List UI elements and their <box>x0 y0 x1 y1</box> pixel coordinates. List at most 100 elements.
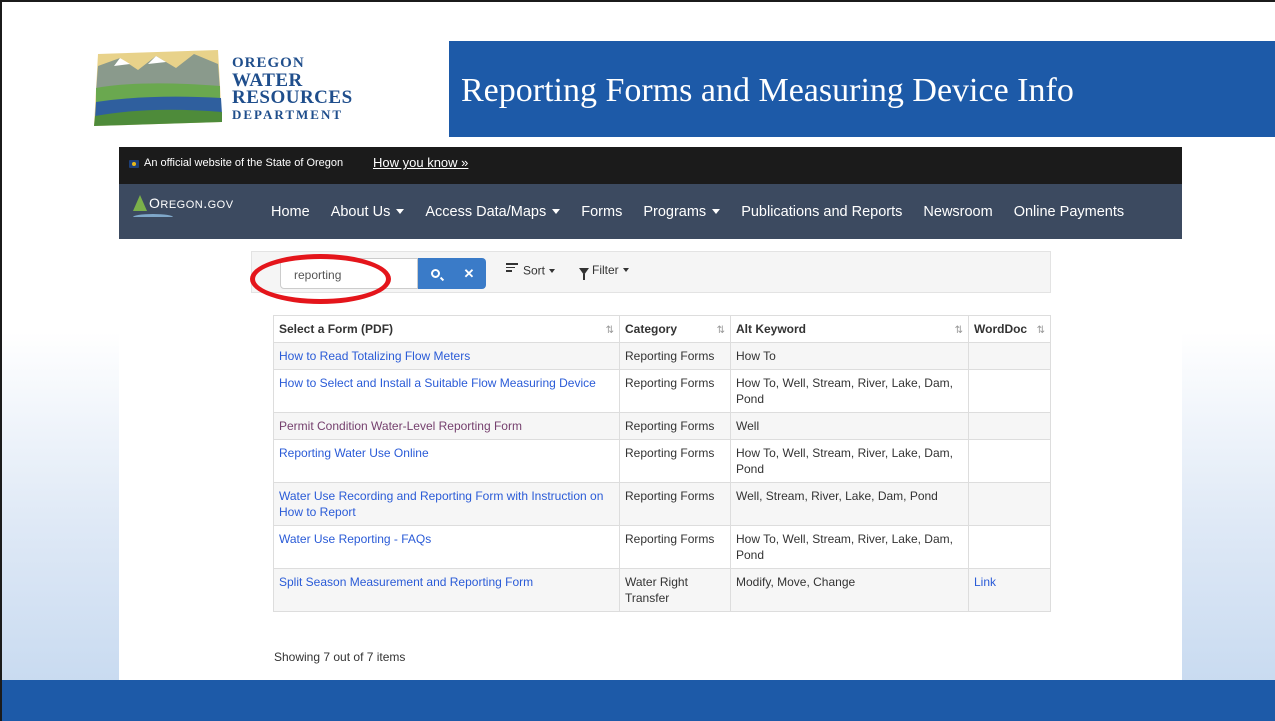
nav-item-newsroom[interactable]: Newsroom <box>923 204 992 220</box>
nav-item-label: Programs <box>643 203 707 220</box>
sort-arrows-icon: ⇅ <box>716 325 725 336</box>
results-count: Showing 7 out of 7 items <box>274 650 406 664</box>
website-screenshot: An official website of the State of Oreg… <box>119 147 1182 682</box>
table-header-row: Select a Form (PDF) ⇅ Category ⇅ Alt Keywo… <box>273 315 1051 343</box>
cell-category: Reporting Forms <box>619 439 731 483</box>
cell-alt-keyword: Modify, Move, Change <box>730 568 969 612</box>
cell-worddoc <box>968 412 1051 440</box>
oregon-flag-icon <box>129 160 139 168</box>
form-link[interactable]: Water Use Recording and Reporting Form w… <box>279 489 603 519</box>
caret-down-icon <box>552 208 561 214</box>
nav-item-forms[interactable]: Forms <box>581 204 622 220</box>
nav-menu: Home About Us Access Data/Maps Forms Pro… <box>271 184 1145 239</box>
form-link[interactable]: Water Use Reporting - FAQs <box>279 532 431 546</box>
nav-item-label: Online Payments <box>1013 203 1125 220</box>
search-button[interactable] <box>418 258 452 289</box>
nav-item-label: Home <box>271 203 310 220</box>
filter-label: Filter <box>592 263 619 277</box>
cell-category: Reporting Forms <box>619 525 731 569</box>
nav-item-publications[interactable]: Publications and Reports <box>741 204 902 220</box>
cell-alt-keyword: How To, Well, Stream, River, Lake, Dam, … <box>730 439 969 483</box>
cell-worddoc <box>968 369 1051 413</box>
nav-item-label: Access Data/Maps <box>425 203 547 220</box>
cell-category: Water Right Transfer <box>619 568 731 612</box>
sort-arrows-icon: ⇅ <box>605 325 614 336</box>
column-header-form[interactable]: Select a Form (PDF) ⇅ <box>273 315 620 343</box>
cell-form: Permit Condition Water-Level Reporting F… <box>273 412 620 440</box>
table-row: Split Season Measurement and Reporting F… <box>273 568 1051 612</box>
nav-item-label: Newsroom <box>923 203 993 220</box>
nav-item-label: About Us <box>330 203 391 220</box>
header-label: Select a Form (PDF) <box>279 322 394 336</box>
filter-icon <box>579 268 589 280</box>
nav-item-label: Forms <box>581 203 623 220</box>
sort-dropdown[interactable]: Sort <box>506 263 556 278</box>
header-label: Alt Keyword <box>736 322 807 336</box>
nav-item-access-data-maps[interactable]: Access Data/Maps <box>425 203 561 220</box>
footer-band <box>2 680 1275 721</box>
how-you-know-link[interactable]: How you know » <box>373 155 468 170</box>
official-site-text: An official website of the State of Oreg… <box>144 157 344 169</box>
cell-worddoc <box>968 342 1051 370</box>
close-icon: ✕ <box>463 265 475 281</box>
cell-form: How to Select and Install a Suitable Flo… <box>273 369 620 413</box>
logo-line-4: DEPARTMENT <box>232 107 344 122</box>
table-row: How to Select and Install a Suitable Flo… <box>273 369 1051 413</box>
slide-title: Reporting Forms and Measuring Device Inf… <box>461 72 1074 109</box>
logo-line-3: RESOURCES <box>232 87 353 108</box>
form-link[interactable]: Reporting Water Use Online <box>279 446 429 460</box>
cell-category: Reporting Forms <box>619 412 731 440</box>
caret-down-icon <box>622 268 629 272</box>
tree-icon <box>133 195 147 211</box>
form-link[interactable]: How to Read Totalizing Flow Meters <box>279 349 470 363</box>
cell-alt-keyword: Well <box>730 412 969 440</box>
highlight-circle <box>250 254 391 304</box>
nav-item-home[interactable]: Home <box>271 204 310 220</box>
official-site-bar: An official website of the State of Oreg… <box>119 147 1182 184</box>
cell-form: Water Use Reporting - FAQs <box>273 525 620 569</box>
form-link[interactable]: Split Season Measurement and Reporting F… <box>279 575 533 589</box>
worddoc-link[interactable]: Link <box>974 575 996 589</box>
clear-search-button[interactable]: ✕ <box>452 258 486 289</box>
sort-icon <box>506 263 518 274</box>
table-row: Water Use Recording and Reporting Form w… <box>273 482 1051 526</box>
title-banner: Reporting Forms and Measuring Device Inf… <box>449 41 1275 137</box>
cell-alt-keyword: Well, Stream, River, Lake, Dam, Pond <box>730 482 969 526</box>
form-link[interactable]: How to Select and Install a Suitable Flo… <box>279 376 596 390</box>
filter-dropdown[interactable]: Filter <box>579 263 629 280</box>
nav-item-label: Publications and Reports <box>741 203 903 220</box>
cell-worddoc <box>968 439 1051 483</box>
cell-form: Reporting Water Use Online <box>273 439 620 483</box>
nav-item-programs[interactable]: Programs <box>643 203 721 220</box>
cell-category: Reporting Forms <box>619 482 731 526</box>
cell-form: Water Use Recording and Reporting Form w… <box>273 482 620 526</box>
brand-label: OREGON.GOV <box>149 195 234 211</box>
main-nav: OREGON.GOV Home About Us Access Data/Map… <box>119 184 1182 239</box>
cell-form: How to Read Totalizing Flow Meters <box>273 342 620 370</box>
caret-down-icon <box>549 268 556 273</box>
column-header-alt-keyword[interactable]: Alt Keyword ⇅ <box>730 315 969 343</box>
column-header-worddoc[interactable]: WordDoc ⇅ <box>968 315 1051 343</box>
column-header-category[interactable]: Category ⇅ <box>619 315 731 343</box>
sort-label: Sort <box>523 263 546 278</box>
sort-arrows-icon: ⇅ <box>954 325 963 336</box>
cell-form: Split Season Measurement and Reporting F… <box>273 568 620 612</box>
cell-category: Reporting Forms <box>619 342 731 370</box>
caret-down-icon <box>712 208 721 214</box>
nav-item-online-payments[interactable]: Online Payments <box>1014 204 1124 220</box>
form-link[interactable]: Permit Condition Water-Level Reporting F… <box>279 419 522 433</box>
header-label: WordDoc <box>974 322 1028 336</box>
cell-worddoc <box>968 525 1051 569</box>
table-row: How to Read Totalizing Flow Meters Report… <box>273 342 1051 370</box>
cell-alt-keyword: How To <box>730 342 969 370</box>
nav-item-about-us[interactable]: About Us <box>331 204 405 220</box>
sort-arrows-icon: ⇅ <box>1036 325 1045 336</box>
search-icon <box>430 269 440 278</box>
cell-alt-keyword: How To, Well, Stream, River, Lake, Dam, … <box>730 369 969 413</box>
cell-alt-keyword: How To, Well, Stream, River, Lake, Dam, … <box>730 525 969 569</box>
cell-worddoc: Link <box>968 568 1051 612</box>
slide: OREGON WATER RESOURCES DEPARTMENT Report… <box>0 0 1275 721</box>
logo-wordmark: OREGON WATER RESOURCES DEPARTMENT <box>232 55 353 123</box>
table-row: Permit Condition Water-Level Reporting F… <box>273 412 1051 440</box>
oregon-gov-brand[interactable]: OREGON.GOV <box>133 195 234 211</box>
